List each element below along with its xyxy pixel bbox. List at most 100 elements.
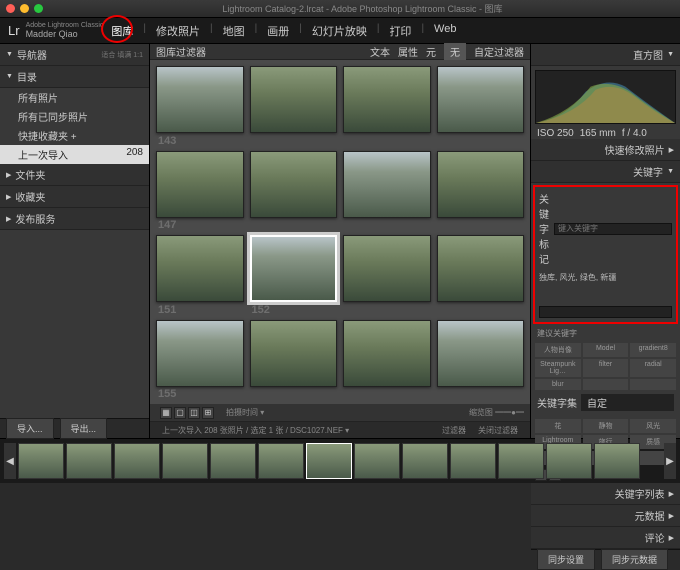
window-title: Lightroom Catalog-2.lrcat - Adobe Photos… bbox=[51, 2, 674, 15]
thumbnail[interactable] bbox=[156, 235, 244, 302]
filter-none[interactable]: 无 bbox=[444, 43, 466, 60]
catalog-panel-header[interactable]: ▼目录 bbox=[0, 66, 149, 88]
filter-meta[interactable]: 元 bbox=[426, 44, 436, 59]
filmstrip-thumb[interactable] bbox=[162, 443, 208, 479]
filmstrip-thumb[interactable] bbox=[402, 443, 448, 479]
keyword-chip[interactable]: Steampunk Lig… bbox=[535, 359, 581, 377]
thumbnail[interactable] bbox=[156, 320, 244, 387]
keyword-chip[interactable]: 人物肖像 bbox=[535, 343, 581, 357]
thumbnail[interactable] bbox=[437, 151, 525, 218]
thumbnail[interactable] bbox=[437, 320, 525, 387]
close-icon[interactable] bbox=[6, 4, 15, 13]
thumbnail[interactable] bbox=[437, 66, 525, 133]
thumbnail[interactable] bbox=[437, 235, 525, 302]
filmstrip[interactable]: ◀ ▶ bbox=[0, 438, 680, 483]
keyword-add-input[interactable] bbox=[539, 306, 672, 318]
quickdev-panel-header[interactable]: 快速修改照片▶ bbox=[531, 139, 680, 161]
survey-view-icon[interactable]: ⊞ bbox=[202, 407, 214, 419]
filmstrip-thumb[interactable] bbox=[354, 443, 400, 479]
right-panel: 直方图▼ ISO 250 165 mm f / 4.0 快速修改照片▶ 关键字▼… bbox=[530, 44, 680, 438]
module-1[interactable]: 修改照片 bbox=[148, 19, 208, 43]
export-button[interactable]: 导出... bbox=[60, 418, 108, 439]
comments-panel-header[interactable]: 评论▶ bbox=[531, 527, 680, 549]
keyword-chip[interactable]: gradient8 bbox=[630, 343, 676, 357]
thumbnail[interactable] bbox=[156, 66, 244, 133]
left-panel: ▼导航器适合 填满 1:1 ▼目录 所有照片所有已同步照片快捷收藏夹 +上一次导… bbox=[0, 44, 150, 438]
app-logo: Lr bbox=[8, 23, 20, 38]
thumbnail[interactable] bbox=[250, 66, 338, 133]
module-5[interactable]: 打印 bbox=[381, 19, 419, 43]
filmstrip-thumb[interactable] bbox=[546, 443, 592, 479]
filter-info[interactable]: 过滤器 bbox=[436, 425, 472, 436]
keywords-panel-header[interactable]: 关键字▼ bbox=[531, 161, 680, 183]
kwset-select[interactable]: 自定 bbox=[581, 394, 674, 411]
filmstrip-thumb[interactable] bbox=[306, 443, 352, 479]
thumbnail[interactable] bbox=[250, 151, 338, 218]
module-0[interactable]: 图库 bbox=[103, 19, 141, 43]
filmstrip-thumb[interactable] bbox=[114, 443, 160, 479]
thumbnail[interactable] bbox=[343, 320, 431, 387]
loupe-view-icon[interactable]: ▢ bbox=[174, 407, 186, 419]
thumbnail[interactable] bbox=[156, 151, 244, 218]
compare-view-icon[interactable]: ◫ bbox=[188, 407, 200, 419]
minimize-icon[interactable] bbox=[20, 4, 29, 13]
catalog-item[interactable]: 快捷收藏夹 + bbox=[0, 126, 149, 145]
thumbnail[interactable] bbox=[250, 235, 338, 302]
filter-custom[interactable]: 自定过滤器 bbox=[474, 44, 524, 59]
histogram-panel-header[interactable]: 直方图▼ bbox=[531, 44, 680, 66]
metadata-panel-header[interactable]: 元数据▶ bbox=[531, 505, 680, 527]
keyword-chip[interactable]: filter bbox=[583, 359, 629, 377]
collections-panel-header[interactable]: ▶收藏夹 bbox=[0, 186, 149, 208]
keyword-chip[interactable]: 花 bbox=[535, 419, 581, 433]
kwset-label: 关键字集 bbox=[537, 395, 577, 410]
keyword-chip[interactable]: 静物 bbox=[583, 419, 629, 433]
keyword-chip[interactable]: radial bbox=[630, 359, 676, 377]
module-2[interactable]: 地图 bbox=[215, 19, 253, 43]
keyword-chip[interactable] bbox=[583, 379, 629, 390]
module-3[interactable]: 画册 bbox=[259, 19, 297, 43]
filmstrip-thumb[interactable] bbox=[594, 443, 640, 479]
center-area: 图库过滤器 文本 属性 元 无 自定过滤器 143147151152155 ▦ … bbox=[150, 44, 530, 438]
thumbnail[interactable] bbox=[343, 151, 431, 218]
filmstrip-thumb[interactable] bbox=[450, 443, 496, 479]
filter-bar[interactable]: 图库过滤器 文本 属性 元 无 自定过滤器 bbox=[150, 44, 530, 60]
keyword-input[interactable] bbox=[554, 223, 672, 235]
module-6[interactable]: Web bbox=[426, 19, 464, 43]
zoom-icon[interactable] bbox=[34, 4, 43, 13]
navigator-panel-header[interactable]: ▼导航器适合 填满 1:1 bbox=[0, 44, 149, 66]
filmstrip-thumb[interactable] bbox=[498, 443, 544, 479]
filter-text[interactable]: 文本 bbox=[370, 44, 390, 59]
product-name: Adobe Lightroom Classic bbox=[26, 22, 104, 29]
keyword-list-panel-header[interactable]: 关键字列表▶ bbox=[531, 483, 680, 505]
user-name: Madder Qiao bbox=[26, 29, 78, 39]
thumbnail[interactable] bbox=[250, 320, 338, 387]
grid-toolbar: ▦ ▢ ◫ ⊞ 拍摄时间 ▾ 缩览图 ━━●━ bbox=[150, 404, 530, 422]
sync-metadata-button[interactable]: 同步元数据 bbox=[601, 549, 668, 570]
keyword-chip[interactable]: 风光 bbox=[630, 419, 676, 433]
catalog-item[interactable]: 所有照片 bbox=[0, 88, 149, 107]
filmstrip-thumb[interactable] bbox=[18, 443, 64, 479]
thumbnail-grid[interactable]: 143147151152155 bbox=[150, 60, 530, 404]
publish-panel-header[interactable]: ▶发布服务 bbox=[0, 208, 149, 230]
catalog-item[interactable]: 所有已同步照片 bbox=[0, 107, 149, 126]
filmstrip-thumb[interactable] bbox=[258, 443, 304, 479]
catalog-item[interactable]: 上一次导入208 bbox=[0, 145, 149, 164]
filmstrip-thumb[interactable] bbox=[210, 443, 256, 479]
thumbnail[interactable] bbox=[343, 235, 431, 302]
folders-panel-header[interactable]: ▶文件夹 bbox=[0, 164, 149, 186]
filter-off[interactable]: 关闭过滤器 bbox=[472, 425, 524, 436]
filmstrip-thumb[interactable] bbox=[66, 443, 112, 479]
filmstrip-right-arrow[interactable]: ▶ bbox=[664, 443, 676, 479]
grid-view-icon[interactable]: ▦ bbox=[160, 407, 172, 419]
module-4[interactable]: 幻灯片放映 bbox=[304, 19, 375, 43]
import-button[interactable]: 导入... bbox=[6, 418, 54, 439]
sync-settings-button[interactable]: 同步设置 bbox=[537, 549, 595, 570]
filter-attr[interactable]: 属性 bbox=[398, 44, 418, 59]
keyword-chip[interactable]: blur bbox=[535, 379, 581, 390]
keyword-chip[interactable] bbox=[630, 379, 676, 390]
thumbnail[interactable] bbox=[343, 66, 431, 133]
keyword-chip[interactable]: Model bbox=[583, 343, 629, 357]
identity-module-bar: Lr Adobe Lightroom Classic Madder Qiao 图… bbox=[0, 18, 680, 44]
keyword-tags[interactable]: 独库, 风光, 绿色, 新疆 bbox=[539, 270, 672, 300]
filmstrip-left-arrow[interactable]: ◀ bbox=[4, 443, 16, 479]
